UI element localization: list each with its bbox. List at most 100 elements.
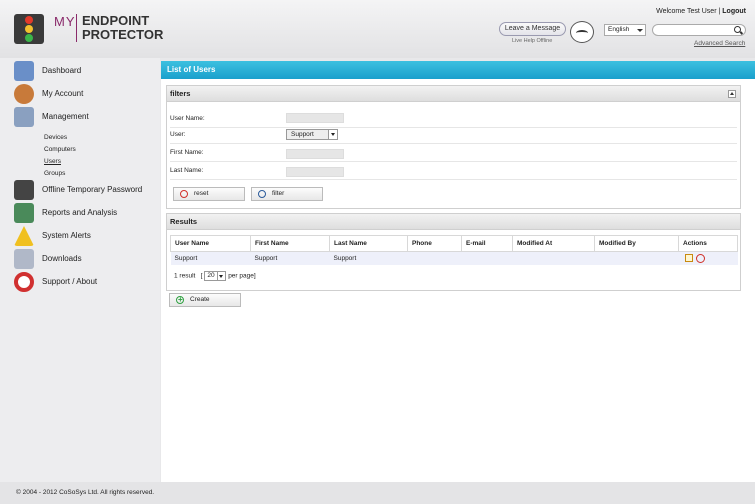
- support-icon: [14, 272, 34, 292]
- first-name-label: First Name:: [170, 149, 204, 156]
- results-header: Results: [167, 214, 740, 230]
- last-name-input[interactable]: [286, 167, 344, 177]
- cell-email: [461, 251, 513, 265]
- main-content: List of Users filters User Name: User: S…: [161, 61, 755, 482]
- sidebar: Dashboard My Account Management Devices …: [0, 58, 160, 482]
- per-page-value: 20: [207, 272, 215, 279]
- results-title: Results: [170, 217, 198, 226]
- downloads-icon: [14, 249, 34, 269]
- language-select[interactable]: English: [604, 24, 646, 36]
- pager-open-bracket: [: [200, 272, 203, 280]
- filters-title: filters: [170, 89, 191, 98]
- sidebar-item-downloads[interactable]: Downloads: [14, 249, 160, 269]
- pagination: 1 result [ 20 per page]: [174, 271, 256, 281]
- footer: © 2004 - 2012 CoSoSys Ltd. All rights re…: [0, 482, 755, 504]
- chevron-down-icon: [328, 130, 337, 139]
- leave-message-button[interactable]: Leave a Message: [499, 22, 566, 36]
- management-icon: [14, 107, 34, 127]
- cell-user-name: Support: [170, 251, 251, 265]
- sidebar-item-support[interactable]: Support / About: [14, 272, 160, 292]
- live-help-status: Live Help Offline: [512, 38, 553, 44]
- users-table: User Name First Name Last Name Phone E-m…: [170, 235, 738, 265]
- sidebar-sub-computers[interactable]: Computers: [44, 146, 76, 153]
- cell-phone: [407, 251, 462, 265]
- traffic-light-logo-icon[interactable]: [14, 14, 44, 44]
- logout-link[interactable]: Logout: [722, 8, 746, 15]
- brand-name: ENDPOINT PROTECTOR: [82, 13, 164, 42]
- table-row: Support Support Support: [170, 251, 738, 265]
- create-button[interactable]: Create: [169, 293, 241, 307]
- user-label: User:: [170, 131, 186, 138]
- brand-my: MY: [54, 14, 76, 29]
- filters-header[interactable]: filters: [167, 86, 740, 102]
- chevron-down-icon: [637, 29, 643, 32]
- live-help-mascot-icon[interactable]: [570, 21, 594, 43]
- sidebar-item-label: System Alerts: [42, 231, 91, 240]
- brand-divider: [76, 14, 77, 42]
- column-modified-by[interactable]: Modified By: [594, 235, 679, 252]
- result-count: 1 result: [174, 272, 196, 280]
- collapse-icon[interactable]: [728, 90, 736, 98]
- column-modified-at[interactable]: Modified At: [512, 235, 595, 252]
- sidebar-sub-devices[interactable]: Devices: [44, 134, 67, 141]
- filter-row-last-name: Last Name:: [170, 162, 737, 180]
- edit-icon[interactable]: [684, 254, 693, 263]
- sidebar-sub-groups[interactable]: Groups: [44, 170, 65, 177]
- filter-row-first-name: First Name:: [170, 144, 737, 162]
- cell-modified-by: [594, 251, 679, 265]
- username-input[interactable]: [286, 113, 344, 123]
- cell-first-name: Support: [250, 251, 330, 265]
- add-icon: [176, 294, 184, 306]
- sidebar-item-my-account[interactable]: My Account: [14, 84, 160, 104]
- sidebar-sub-users[interactable]: Users: [44, 158, 61, 165]
- sidebar-item-offline-password[interactable]: Offline Temporary Password: [14, 180, 160, 200]
- password-icon: [14, 180, 34, 200]
- cell-modified-at: [512, 251, 595, 265]
- user-select[interactable]: Support: [286, 129, 338, 140]
- reset-button[interactable]: reset: [173, 187, 245, 201]
- sidebar-item-reports[interactable]: Reports and Analysis: [14, 203, 160, 223]
- column-last-name[interactable]: Last Name: [329, 235, 408, 252]
- filter-label: filter: [272, 190, 285, 197]
- per-page-select[interactable]: 20: [204, 271, 227, 281]
- power-icon: [180, 190, 188, 198]
- column-phone[interactable]: Phone: [407, 235, 462, 252]
- delete-icon[interactable]: [696, 253, 706, 263]
- welcome-label: Welcome Test User: [656, 8, 717, 15]
- cell-actions: [678, 251, 738, 265]
- filter-row-user: User: Support: [170, 126, 737, 144]
- filter-button[interactable]: filter: [251, 187, 323, 201]
- sidebar-item-dashboard[interactable]: Dashboard: [14, 61, 160, 81]
- column-user-name[interactable]: User Name: [170, 235, 251, 252]
- per-page-label: per page]: [228, 272, 256, 280]
- sidebar-item-system-alerts[interactable]: System Alerts: [14, 226, 160, 246]
- sidebar-item-label: Downloads: [42, 254, 82, 263]
- sidebar-item-label: Reports and Analysis: [42, 208, 118, 217]
- user-select-value: Support: [291, 131, 314, 138]
- create-label: Create: [190, 296, 210, 303]
- page-title: List of Users: [161, 61, 755, 79]
- sidebar-item-label: Management: [42, 112, 89, 121]
- username-label: User Name:: [170, 115, 205, 122]
- column-email[interactable]: E-mail: [461, 235, 513, 252]
- cell-last-name: Support: [329, 251, 408, 265]
- column-first-name[interactable]: First Name: [250, 235, 330, 252]
- dashboard-icon: [14, 61, 34, 81]
- reports-icon: [14, 203, 34, 223]
- sidebar-item-label: Offline Temporary Password: [42, 185, 143, 194]
- welcome-text: Welcome Test User | Logout: [656, 8, 746, 15]
- sidebar-item-label: Support / About: [42, 277, 98, 286]
- filters-panel: filters User Name: User: Support First N…: [166, 85, 741, 209]
- search-input[interactable]: [652, 24, 746, 36]
- advanced-search-link[interactable]: Advanced Search: [694, 40, 745, 47]
- results-panel: Results User Name First Name Last Name P…: [166, 213, 741, 291]
- first-name-input[interactable]: [286, 149, 344, 159]
- sidebar-item-management[interactable]: Management: [14, 107, 160, 127]
- table-header-row: User Name First Name Last Name Phone E-m…: [170, 235, 738, 252]
- account-icon: [14, 84, 34, 104]
- last-name-label: Last Name:: [170, 167, 204, 174]
- language-value: English: [608, 26, 630, 33]
- reset-label: reset: [194, 190, 209, 197]
- chevron-down-icon: [217, 272, 225, 280]
- search-icon[interactable]: [734, 26, 741, 33]
